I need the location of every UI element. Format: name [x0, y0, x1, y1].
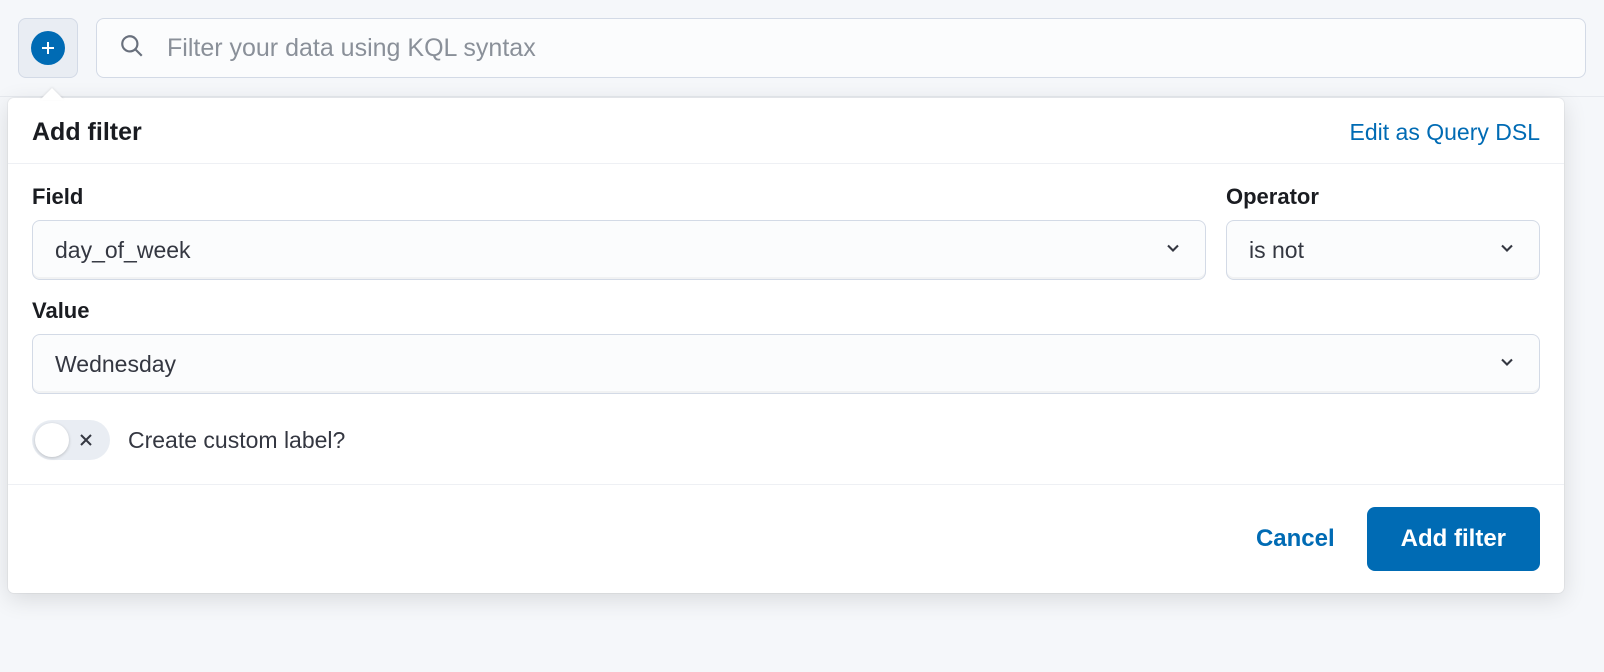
field-label: Field	[32, 184, 1206, 210]
operator-label: Operator	[1226, 184, 1540, 210]
cancel-button[interactable]: Cancel	[1256, 525, 1335, 553]
operator-select[interactable]: is not	[1226, 220, 1540, 280]
kql-search-container[interactable]	[96, 18, 1586, 78]
operator-select-value: is not	[1249, 237, 1304, 264]
plus-icon	[31, 31, 65, 65]
close-icon	[78, 432, 94, 448]
popover-header: Add filter Edit as Query DSL	[8, 98, 1564, 164]
toggle-knob	[35, 423, 69, 457]
value-select[interactable]: Wednesday	[32, 334, 1540, 394]
value-select-value: Wednesday	[55, 351, 176, 378]
add-filter-button[interactable]	[18, 18, 78, 78]
chevron-down-icon	[1497, 352, 1517, 377]
field-select-value: day_of_week	[55, 237, 191, 264]
kql-search-input[interactable]	[167, 34, 1563, 63]
edit-query-dsl-link[interactable]: Edit as Query DSL	[1350, 119, 1540, 146]
popover-arrow	[40, 88, 64, 100]
chevron-down-icon	[1163, 238, 1183, 263]
popover-title: Add filter	[32, 118, 142, 147]
popover-footer: Cancel Add filter	[8, 484, 1564, 593]
search-icon	[119, 33, 145, 64]
custom-label-toggle[interactable]	[32, 420, 110, 460]
chevron-down-icon	[1497, 238, 1517, 263]
field-select[interactable]: day_of_week	[32, 220, 1206, 280]
value-label: Value	[32, 298, 1540, 324]
query-bar	[0, 0, 1604, 97]
add-filter-submit-button[interactable]: Add filter	[1367, 507, 1540, 571]
custom-label-toggle-label: Create custom label?	[128, 427, 345, 454]
add-filter-popover: Add filter Edit as Query DSL Field day_o…	[8, 98, 1564, 593]
